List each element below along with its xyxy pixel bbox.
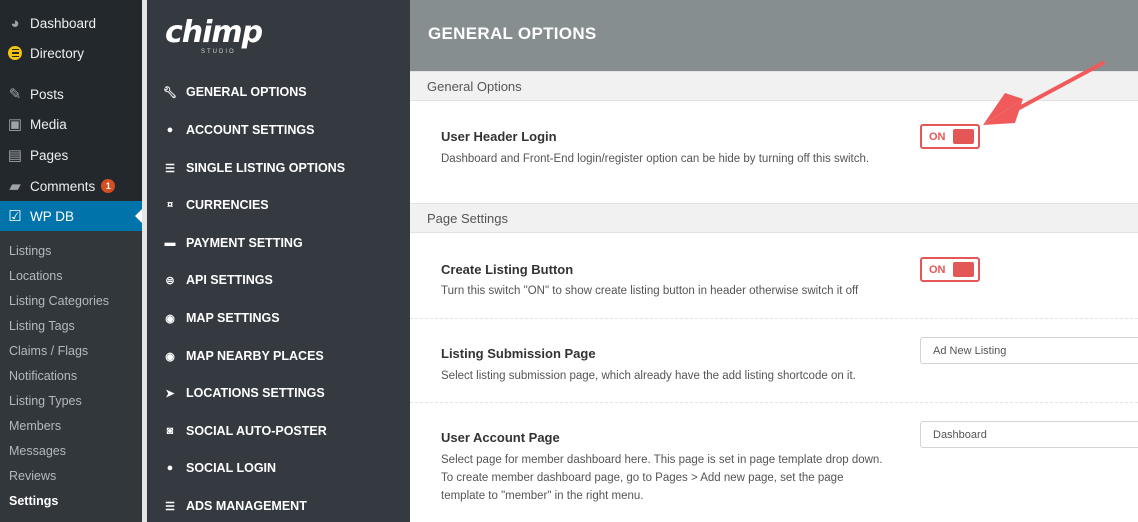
menu-label: Directory: [30, 45, 85, 61]
toggle-knob: [953, 129, 974, 144]
list-icon: ☰: [165, 162, 175, 175]
map-marker-icon: ◉: [165, 350, 175, 363]
nav-label: SINGLE LISTING OPTIONS: [186, 161, 346, 175]
submenu-item-settings[interactable]: Settings: [9, 494, 58, 508]
menu-item-comments[interactable]: ▰ Comments 1: [0, 171, 142, 201]
option-title-create-listing-button: Create Listing Button: [441, 262, 574, 277]
menu-label: WP DB: [30, 208, 75, 224]
option-title-user-header-login: User Header Login: [441, 129, 557, 144]
nav-single-listing-options[interactable]: ☰ SINGLE LISTING OPTIONS: [163, 158, 345, 178]
nav-account-settings[interactable]: ● ACCOUNT SETTINGS: [163, 120, 315, 140]
submenu-item-reviews[interactable]: Reviews: [9, 469, 56, 483]
user-icon: ●: [166, 124, 174, 136]
nav-map-nearby-places[interactable]: ◉ MAP NEARBY PLACES: [163, 346, 324, 366]
menu-label: Media: [30, 116, 67, 132]
nav-social-auto-poster[interactable]: ◙ SOCIAL AUTO-POSTER: [163, 421, 327, 441]
nav-label: PAYMENT SETTING: [186, 236, 303, 250]
nav-label: SOCIAL LOGIN: [186, 461, 277, 475]
user-icon: ●: [166, 462, 174, 474]
nav-label: API SETTINGS: [186, 273, 273, 287]
checkbox-icon: ☑: [8, 208, 22, 225]
menu-item-pages[interactable]: ▤ Pages: [0, 140, 142, 170]
logo-subtext: STUDIO: [201, 49, 236, 55]
menu-item-media[interactable]: ▣ Media: [0, 109, 142, 139]
nav-currencies[interactable]: ¤ CURRENCIES: [163, 195, 269, 215]
nav-map-settings[interactable]: ◉ MAP SETTINGS: [163, 308, 280, 328]
list-icon: ☰: [165, 500, 175, 513]
toggle-label: ON: [929, 130, 946, 143]
toggle-knob: [953, 262, 974, 277]
wp-submenu: Listings Locations Listing Categories Li…: [0, 231, 142, 522]
nav-label: LOCATIONS SETTINGS: [186, 386, 325, 400]
api-icon: ⊜: [165, 274, 175, 287]
nav-locations-settings[interactable]: ➤ LOCATIONS SETTINGS: [163, 383, 325, 403]
pages-icon: ▤: [7, 147, 23, 164]
nav-social-login[interactable]: ● SOCIAL LOGIN: [163, 458, 276, 478]
create-listing-button-toggle[interactable]: ON: [920, 257, 980, 282]
wrench-icon: 🔧︎: [163, 86, 177, 99]
submenu-item-listing-tags[interactable]: Listing Tags: [9, 319, 75, 333]
nav-label: ACCOUNT SETTINGS: [186, 123, 315, 137]
chimp-studio-logo: chimp STUDIO: [165, 15, 275, 59]
menu-item-directory[interactable]: Directory: [0, 38, 142, 68]
submenu-item-listing-categories[interactable]: Listing Categories: [9, 294, 109, 308]
submenu-item-notifications[interactable]: Notifications: [9, 369, 77, 383]
nav-label: CURRENCIES: [186, 198, 269, 212]
currency-icon: ¤: [166, 199, 174, 211]
dashboard-icon: ◕: [10, 14, 20, 32]
chat-icon: ◙: [166, 425, 174, 437]
media-icon: ▣: [7, 116, 23, 133]
option-divider: [410, 402, 1138, 403]
option-desc-create-listing-button: Turn this switch "ON" to show create lis…: [441, 285, 859, 297]
menu-item-wpdb[interactable]: ☑ WP DB: [0, 201, 142, 231]
nav-general-options[interactable]: 🔧︎ GENERAL OPTIONS: [163, 82, 307, 102]
nav-payment-setting[interactable]: ▬ PAYMENT SETTING: [163, 233, 303, 253]
location-arrow-icon: ➤: [165, 387, 175, 400]
user-header-login-toggle[interactable]: ON: [920, 124, 980, 149]
nav-label: SOCIAL AUTO-POSTER: [186, 424, 327, 438]
submenu-item-listing-types[interactable]: Listing Types: [9, 394, 82, 408]
plugin-settings-nav: [147, 0, 410, 522]
option-desc-user-header-login: Dashboard and Front-End login/register o…: [441, 153, 870, 165]
option-desc-user-account-page: Select page for member dashboard here. T…: [441, 454, 883, 502]
user-account-page-select[interactable]: Dashboard: [920, 421, 1138, 448]
comment-icon: ▰: [9, 178, 21, 195]
submenu-item-messages[interactable]: Messages: [9, 444, 66, 458]
submenu-item-claims-flags[interactable]: Claims / Flags: [9, 344, 88, 358]
listing-submission-page-select[interactable]: Ad New Listing: [920, 337, 1138, 364]
nav-api-settings[interactable]: ⊜ API SETTINGS: [163, 270, 273, 290]
logo-text: chimp: [165, 15, 263, 50]
select-value: Ad New Listing: [933, 345, 1007, 357]
card-icon: ▬: [164, 237, 176, 249]
annotation-arrow-icon: [983, 61, 1105, 125]
nav-ads-management[interactable]: ☰ ADS MANAGEMENT: [163, 496, 307, 516]
nav-label: MAP SETTINGS: [186, 311, 280, 325]
option-divider: [410, 318, 1138, 319]
option-title-listing-submission-page: Listing Submission Page: [441, 346, 596, 361]
menu-label: Comments: [30, 178, 96, 194]
map-marker-icon: ◉: [165, 312, 175, 325]
submenu-item-members[interactable]: Members: [9, 419, 61, 433]
menu-item-posts[interactable]: ✎ Posts: [0, 79, 142, 109]
directory-icon: [5, 43, 25, 63]
pin-icon: ✎: [8, 86, 22, 103]
option-title-user-account-page: User Account Page: [441, 430, 560, 445]
section-page-settings: Page Settings: [410, 203, 1138, 233]
section-title: General Options: [427, 79, 522, 94]
menu-label: Pages: [30, 147, 69, 163]
nav-label: MAP NEARBY PLACES: [186, 349, 324, 363]
comments-count-badge: 1: [101, 179, 116, 193]
submenu-item-locations[interactable]: Locations: [9, 269, 63, 283]
page-title: GENERAL OPTIONS: [428, 24, 597, 43]
toggle-label: ON: [929, 263, 946, 276]
menu-item-dashboard[interactable]: ◕ Dashboard: [0, 8, 142, 38]
menu-label: Dashboard: [30, 15, 97, 31]
option-desc-listing-submission-page: Select listing submission page, which al…: [441, 370, 856, 382]
nav-label: GENERAL OPTIONS: [186, 85, 307, 99]
select-value: Dashboard: [933, 429, 987, 441]
menu-label: Posts: [30, 86, 64, 102]
nav-label: ADS MANAGEMENT: [186, 499, 307, 513]
submenu-item-listings[interactable]: Listings: [9, 244, 51, 258]
section-title: Page Settings: [427, 211, 508, 226]
